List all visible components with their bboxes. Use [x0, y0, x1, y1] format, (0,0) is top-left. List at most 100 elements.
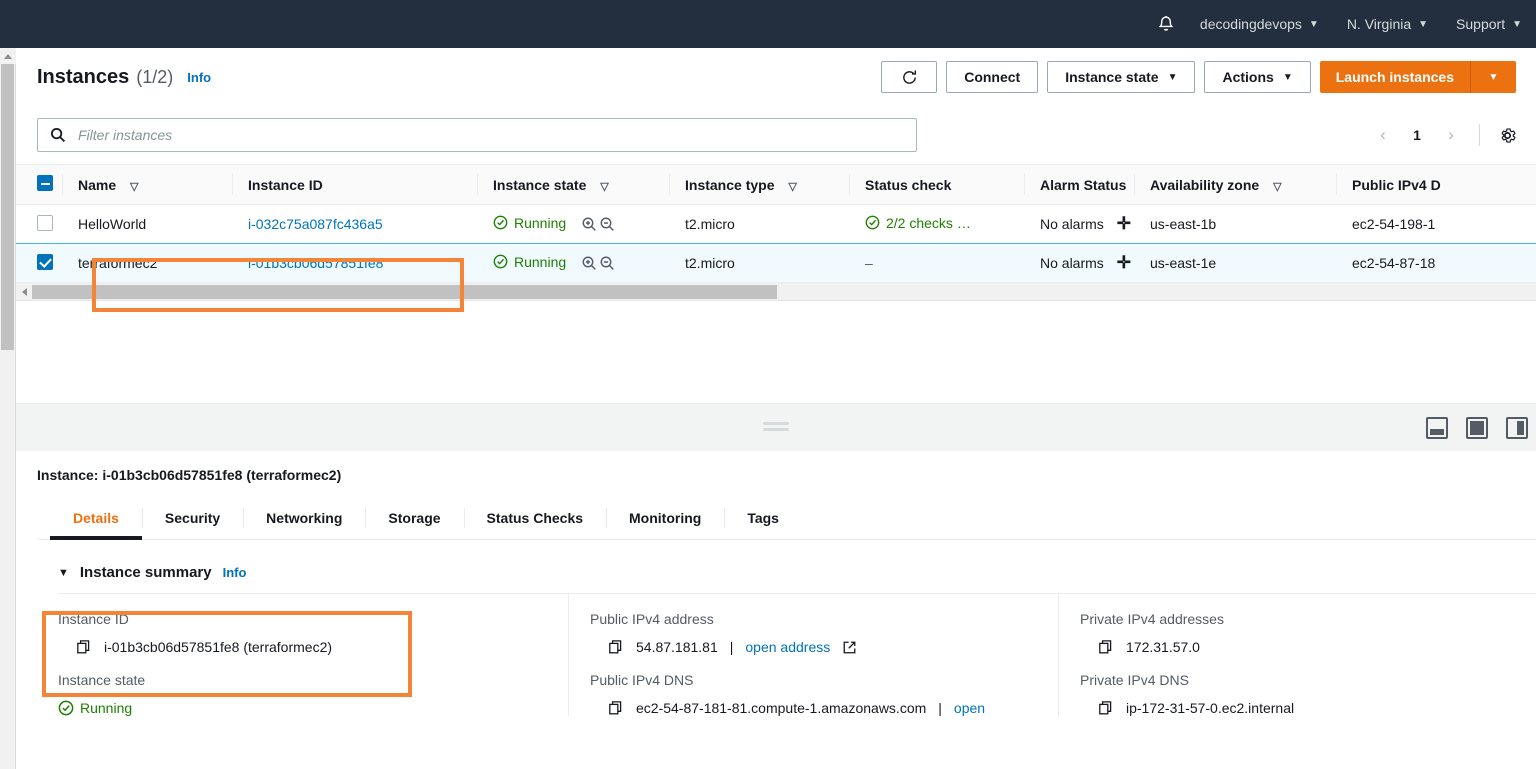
zoom-controls[interactable]: [581, 216, 616, 233]
copy-icon[interactable]: [1098, 639, 1114, 655]
column-header-public-ipv4-dns[interactable]: Public IPv4 D: [1336, 164, 1536, 205]
toolbar-divider: [1479, 124, 1480, 146]
instance-summary-header[interactable]: ▼ Instance summary Info: [37, 540, 1536, 593]
state-label: Running: [514, 253, 567, 270]
search-icon: [51, 128, 66, 143]
status-check-label: 2/2 checks …: [886, 214, 971, 231]
launch-instances-button[interactable]: Launch instances: [1319, 61, 1470, 93]
copy-icon[interactable]: [608, 700, 624, 716]
refresh-button[interactable]: [881, 61, 938, 93]
actions-dropdown[interactable]: Actions ▼: [1204, 61, 1311, 93]
instance-state-dropdown[interactable]: Instance state ▼: [1047, 61, 1196, 93]
search-input[interactable]: [78, 127, 904, 143]
chevron-down-icon: ▼: [1282, 71, 1293, 83]
external-link-icon[interactable]: [842, 640, 857, 655]
notifications-bell-icon[interactable]: [1146, 0, 1186, 48]
column-header-name[interactable]: Name ▽: [62, 164, 232, 205]
instance-id-value: i-01b3cb06d57851fe8 (terraformec2): [104, 639, 333, 655]
table-row[interactable]: terraformec2 i-01b3cb06d57851fe8 Running: [15, 242, 1536, 284]
column-header-instance-id[interactable]: Instance ID: [232, 164, 477, 205]
detail-tabs: Details Security Networking Storage Stat…: [37, 496, 1536, 540]
search-box[interactable]: [37, 118, 917, 152]
scrollbar-thumb[interactable]: [1, 64, 14, 350]
scroll-left-arrow-icon[interactable]: [16, 283, 32, 301]
scroll-up-arrow-icon[interactable]: [0, 48, 16, 64]
field-label: Instance ID: [58, 611, 129, 627]
table-horizontal-scrollbar[interactable]: [16, 283, 1536, 301]
instance-id-link[interactable]: i-032c75a087fc436a5: [248, 216, 383, 232]
tab-storage[interactable]: Storage: [365, 496, 463, 539]
sort-icon[interactable]: ▽: [130, 181, 138, 193]
summary-column-2: Public IPv4 address 54.87.181.81 | open …: [568, 594, 1058, 716]
info-link[interactable]: Info: [223, 565, 247, 580]
split-panel-drag-handle[interactable]: [763, 421, 789, 434]
table-row[interactable]: HelloWorld i-032c75a087fc436a5 Running t…: [16, 204, 1536, 244]
select-all-checkbox[interactable]: [37, 175, 53, 191]
tab-details[interactable]: Details: [50, 496, 142, 540]
instance-id-link[interactable]: i-01b3cb06d57851fe8: [248, 255, 383, 271]
column-label: Instance ID: [248, 176, 323, 193]
field-label: Private IPv4 addresses: [1080, 611, 1224, 627]
sort-icon[interactable]: ▽: [1273, 181, 1281, 193]
cell-availability-zone: us-east-1e: [1134, 243, 1336, 283]
separator: |: [938, 700, 942, 716]
connect-button[interactable]: Connect: [946, 61, 1039, 93]
tab-networking[interactable]: Networking: [243, 496, 365, 539]
row-checkbox[interactable]: [37, 253, 53, 270]
info-link[interactable]: Info: [187, 70, 211, 85]
prev-page-button[interactable]: ‹: [1367, 119, 1399, 151]
copy-icon[interactable]: [1098, 700, 1114, 716]
zoom-out-icon[interactable]: [599, 255, 616, 272]
preferences-button[interactable]: [1492, 119, 1522, 151]
tab-monitoring[interactable]: Monitoring: [606, 496, 724, 539]
zoom-controls[interactable]: [581, 255, 616, 272]
zoom-out-icon[interactable]: [599, 216, 616, 233]
column-header-availability-zone[interactable]: Availability zone ▽: [1134, 164, 1336, 205]
page-number-1[interactable]: 1: [1401, 119, 1433, 151]
state-label: Running: [514, 214, 567, 231]
select-all-header: [16, 164, 62, 205]
chevron-down-icon: ▼: [1418, 18, 1429, 30]
support-label: Support: [1456, 16, 1506, 32]
split-panel-divider[interactable]: [16, 403, 1536, 451]
column-header-alarm-status[interactable]: Alarm Status: [1024, 164, 1134, 205]
next-page-button[interactable]: ›: [1435, 119, 1467, 151]
column-header-status-check[interactable]: Status check: [849, 164, 1024, 205]
zoom-in-icon[interactable]: [581, 216, 598, 233]
collapse-triangle-icon[interactable]: ▼: [58, 567, 69, 579]
private-dns-value: ip-172-31-57-0.ec2.internal: [1126, 700, 1295, 716]
row-select-cell: [16, 243, 62, 283]
tab-tags[interactable]: Tags: [724, 496, 802, 539]
add-alarm-icon[interactable]: ✛: [1117, 214, 1131, 233]
copy-icon[interactable]: [608, 639, 624, 655]
chevron-down-icon: ▼: [1488, 71, 1499, 83]
cell-instance-state: Running: [477, 204, 669, 244]
open-address-link[interactable]: open address: [745, 639, 830, 655]
column-header-instance-type[interactable]: Instance type ▽: [669, 164, 849, 205]
browser-vertical-scrollbar[interactable]: [0, 48, 16, 769]
region-menu[interactable]: N. Virginia ▼: [1333, 0, 1442, 48]
tab-security[interactable]: Security: [141, 496, 243, 539]
support-menu[interactable]: Support ▼: [1442, 0, 1536, 48]
add-alarm-icon[interactable]: ✛: [1117, 253, 1131, 272]
check-circle-icon: [865, 215, 880, 230]
sort-icon[interactable]: ▽: [600, 181, 608, 193]
panel-center-icon[interactable]: [1466, 416, 1488, 439]
open-dns-link[interactable]: open: [954, 700, 985, 716]
copy-icon[interactable]: [76, 639, 92, 655]
check-circle-icon: [493, 254, 508, 269]
account-menu[interactable]: decodingdevops ▼: [1186, 0, 1333, 48]
launch-instances-group: Launch instances ▼: [1319, 61, 1516, 93]
chevron-down-icon: ▼: [1308, 18, 1319, 30]
zoom-in-icon[interactable]: [581, 255, 598, 272]
panel-side-icon[interactable]: [1506, 416, 1528, 439]
tab-status-checks[interactable]: Status Checks: [463, 496, 606, 539]
row-select-cell: [16, 204, 62, 244]
row-checkbox[interactable]: [37, 214, 53, 231]
scrollbar-thumb[interactable]: [32, 284, 777, 299]
launch-instances-dropdown[interactable]: ▼: [1470, 61, 1516, 93]
panel-bottom-icon[interactable]: [1426, 416, 1448, 439]
column-header-instance-state[interactable]: Instance state ▽: [477, 164, 669, 205]
instances-table-container: Name ▽ Instance ID Instance state ▽ Inst…: [15, 164, 1536, 301]
sort-icon[interactable]: ▽: [788, 181, 796, 193]
